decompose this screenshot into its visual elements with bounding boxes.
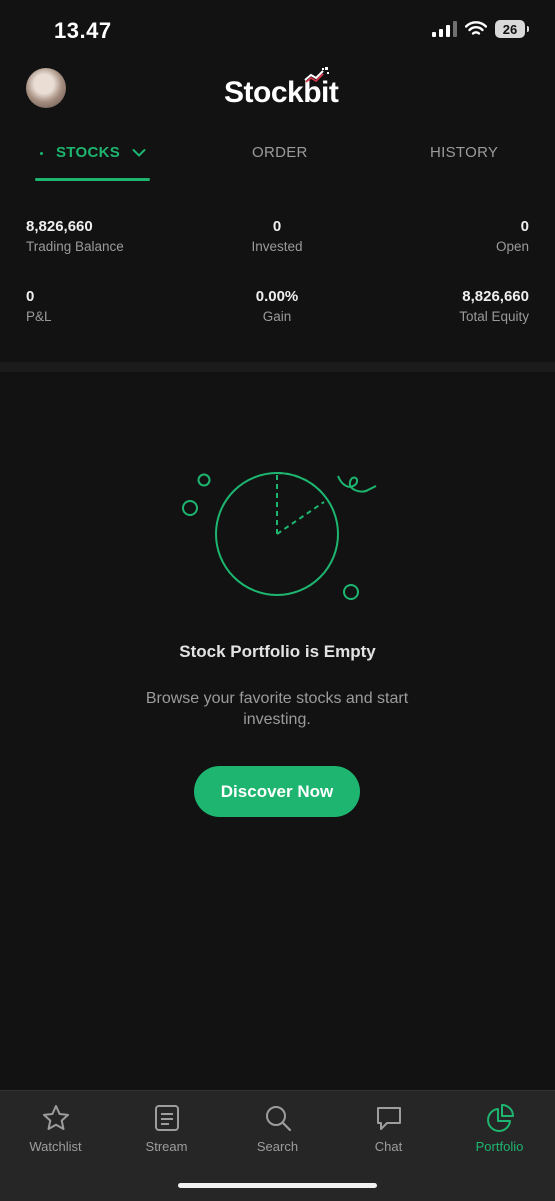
empty-portfolio-illustration bbox=[182, 471, 377, 600]
star-icon bbox=[42, 1105, 69, 1130]
status-time: 13.47 bbox=[54, 18, 112, 43]
app-header: Stockbit bbox=[0, 62, 555, 122]
tab-history[interactable]: HISTORY bbox=[430, 144, 498, 161]
logo-chart-icon bbox=[304, 67, 329, 83]
nav-item-portfolio[interactable]: Portfolio bbox=[444, 1103, 555, 1154]
invested-label: Invested bbox=[251, 239, 303, 254]
pnl-label: P&L bbox=[26, 309, 52, 324]
tab-order[interactable]: ORDER bbox=[252, 144, 308, 161]
nav-label-stream: Stream bbox=[145, 1139, 188, 1154]
nav-item-search[interactable]: Search bbox=[222, 1103, 333, 1154]
system-icons: 26 bbox=[432, 20, 529, 38]
battery-level: 26 bbox=[502, 21, 518, 37]
gain-stat: 0.00% Gain bbox=[256, 288, 299, 324]
gain-label: Gain bbox=[262, 309, 292, 324]
total-equity-label: Total Equity bbox=[459, 309, 529, 324]
nav-label-watchlist: Watchlist bbox=[29, 1139, 82, 1154]
trading-balance-stat: 8,826,660 Trading Balance bbox=[26, 218, 124, 254]
nav-label-search: Search bbox=[256, 1139, 299, 1154]
tab-stocks-label: STOCKS bbox=[56, 144, 121, 161]
tab-stocks[interactable]: STOCKS bbox=[40, 144, 146, 161]
invested-value: 0 bbox=[272, 218, 282, 235]
open-value: 0 bbox=[520, 218, 529, 235]
chat-icon bbox=[376, 1107, 401, 1130]
total-equity-value: 8,826,660 bbox=[462, 288, 529, 305]
battery-icon: 26 bbox=[495, 20, 529, 38]
portfolio-tabs: STOCKS ORDER HISTORY bbox=[0, 130, 555, 182]
active-tab-indicator bbox=[35, 178, 150, 181]
gain-value: 0.00% bbox=[255, 288, 299, 305]
open-label: Open bbox=[495, 239, 529, 254]
home-indicator bbox=[178, 1183, 377, 1188]
discover-now-button[interactable]: Discover Now bbox=[194, 766, 360, 817]
open-stat: 0 Open bbox=[496, 218, 529, 254]
pnl-value: 0 bbox=[26, 288, 35, 305]
section-divider bbox=[0, 362, 555, 372]
nav-item-stream[interactable]: Stream bbox=[111, 1103, 222, 1154]
avatar[interactable] bbox=[26, 68, 66, 108]
status-bar: 13.47 26 bbox=[0, 0, 555, 62]
invested-stat: 0 Invested bbox=[251, 218, 302, 254]
nav-label-chat: Chat bbox=[374, 1139, 403, 1154]
nav-label-portfolio: Portfolio bbox=[475, 1139, 524, 1154]
wifi-icon bbox=[465, 21, 487, 35]
nav-item-chat[interactable]: Chat bbox=[333, 1103, 444, 1154]
empty-state-title: Stock Portfolio is Empty bbox=[179, 642, 376, 661]
stream-icon bbox=[154, 1105, 179, 1131]
search-icon bbox=[265, 1106, 291, 1132]
cellular-signal-icon bbox=[432, 21, 457, 37]
nav-item-watchlist[interactable]: Watchlist bbox=[0, 1103, 111, 1154]
empty-state-description: Browse your favorite stocks and start in… bbox=[145, 690, 409, 728]
pie-chart-icon bbox=[486, 1104, 514, 1132]
total-equity-stat: 8,826,660 Total Equity bbox=[459, 288, 529, 324]
trading-balance-label: Trading Balance bbox=[26, 239, 124, 254]
pnl-stat: 0 P&L bbox=[26, 288, 52, 324]
trading-balance-value: 8,826,660 bbox=[26, 218, 93, 235]
chevron-down-icon bbox=[132, 149, 146, 157]
active-dot-icon bbox=[40, 151, 43, 155]
